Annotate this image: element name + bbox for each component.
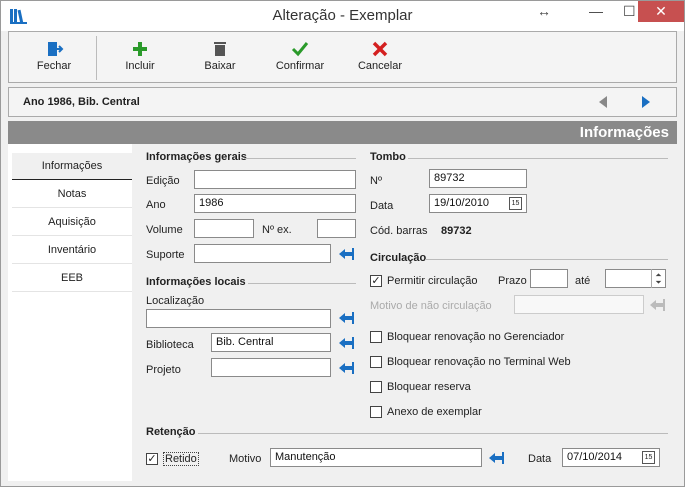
tab-notas[interactable]: Notas — [12, 181, 132, 208]
ano-field[interactable]: 1986 — [194, 194, 356, 213]
window: Alteração - Exemplar ↔ — ☐ ✕ Fechar Incl… — [0, 0, 685, 487]
volume-field[interactable] — [194, 219, 254, 238]
circulacao-heading: Circulação — [370, 252, 427, 264]
cancelar-button[interactable]: Cancelar — [345, 38, 415, 72]
lookup-arrow-icon[interactable] — [337, 360, 355, 376]
tombo-n-field[interactable]: 89732 — [429, 169, 527, 188]
barras-value: 89732 — [441, 225, 472, 237]
localizacao-field[interactable] — [146, 309, 331, 328]
maximize-button[interactable]: ☐ — [623, 3, 636, 23]
incluir-button[interactable]: Incluir — [105, 38, 175, 72]
checkmark-icon — [291, 42, 309, 57]
x-icon — [372, 41, 388, 57]
calendar-icon[interactable]: 15 — [509, 197, 522, 210]
projeto-label: Projeto — [146, 364, 181, 376]
anexo-label: Anexo de exemplar — [387, 406, 482, 418]
calendar-icon[interactable]: 15 — [642, 451, 655, 464]
cancelar-label: Cancelar — [357, 60, 403, 72]
anexo-checkbox[interactable] — [370, 406, 382, 418]
volume-label: Volume — [146, 224, 183, 236]
confirmar-button[interactable]: Confirmar — [265, 38, 335, 72]
baixar-label: Baixar — [204, 60, 236, 72]
previous-record-icon[interactable] — [599, 96, 607, 108]
plus-icon — [133, 42, 147, 56]
suporte-label: Suporte — [146, 249, 185, 261]
lookup-arrow-icon[interactable] — [337, 335, 355, 351]
record-bar: Ano 1986, Bib. Central — [8, 87, 677, 117]
retido-checkbox[interactable]: ✓ — [146, 453, 158, 465]
baixar-button[interactable]: Baixar — [185, 38, 255, 72]
title-bar: Alteração - Exemplar ↔ — ☐ ✕ — [1, 1, 684, 31]
nex-label: Nº ex. — [262, 224, 292, 236]
ate-label: até — [575, 275, 591, 287]
projeto-field[interactable] — [211, 358, 331, 377]
exit-door-icon — [48, 42, 64, 56]
window-title: Alteração - Exemplar — [272, 7, 413, 24]
biblioteca-field[interactable]: Bib. Central — [211, 333, 331, 352]
prazo-label: Prazo — [498, 275, 527, 287]
biblioteca-label: Biblioteca — [146, 339, 194, 351]
lookup-arrow-icon[interactable] — [337, 310, 355, 326]
incluir-label: Incluir — [125, 60, 155, 72]
lookup-arrow-icon[interactable] — [487, 450, 505, 466]
tab-aquisicao[interactable]: Aquisição — [12, 209, 132, 236]
retencao-heading: Retenção — [146, 426, 196, 438]
retencao-data-label: Data — [528, 453, 552, 465]
bloq-terminal-checkbox[interactable] — [370, 356, 382, 368]
tombo-heading: Tombo — [370, 151, 406, 163]
spinner-arrows-icon[interactable] — [651, 269, 665, 288]
section-title: Informações — [579, 124, 669, 141]
retencao-motivo-label: Motivo — [229, 453, 262, 465]
trash-icon — [214, 42, 226, 56]
divider — [425, 259, 668, 260]
divider — [248, 283, 356, 284]
tombo-n-label: Nº — [370, 175, 382, 187]
tab-inventario[interactable]: Inventário — [12, 237, 132, 264]
lookup-arrow-icon[interactable] — [337, 246, 355, 262]
tab-eeb[interactable]: EEB — [12, 265, 132, 292]
nex-field[interactable] — [317, 219, 356, 238]
fechar-button[interactable]: Fechar — [19, 38, 89, 72]
suporte-field[interactable] — [194, 244, 331, 263]
form-panel: Informações gerais Edição Ano 1986 Volum… — [132, 144, 677, 481]
next-record-icon[interactable] — [642, 96, 650, 108]
lookup-arrow-disabled-icon — [650, 299, 665, 311]
tombo-data-label: Data — [370, 200, 394, 212]
retido-label: Retido — [163, 452, 199, 466]
confirmar-label: Confirmar — [275, 60, 325, 72]
tab-informacoes[interactable]: Informações — [12, 153, 132, 180]
record-label: Ano 1986, Bib. Central — [23, 96, 140, 108]
toolbar-separator — [96, 36, 97, 80]
divider — [198, 433, 668, 434]
edicao-label: Edição — [146, 175, 180, 187]
permitir-checkbox[interactable]: ✓ — [370, 275, 382, 287]
fechar-label: Fechar — [36, 60, 72, 72]
motivo-nao-circ-field[interactable] — [514, 295, 644, 314]
info-locais-heading: Informações locais — [146, 276, 246, 288]
bloq-reserva-checkbox[interactable] — [370, 381, 382, 393]
barras-label: Cód. barras — [370, 225, 428, 237]
divider — [408, 158, 668, 159]
retencao-motivo-field[interactable]: Manutenção — [270, 448, 482, 467]
close-window-button[interactable]: ✕ — [638, 1, 684, 22]
permitir-label: Permitir circulação — [387, 275, 478, 287]
localizacao-label: Localização — [146, 295, 205, 307]
toolbar: Fechar Incluir Baixar Confirmar Cancelar — [8, 31, 677, 83]
edicao-field[interactable] — [194, 170, 356, 189]
resize-arrows-icon[interactable]: ↔ — [537, 3, 551, 23]
prazo-field[interactable] — [530, 269, 568, 288]
bloq-gerenciador-label: Bloquear renovação no Gerenciador — [387, 331, 565, 343]
ano-label: Ano — [146, 199, 166, 211]
motivo-nao-circ-label: Motivo de não circulação — [370, 300, 492, 312]
sidebar-tabs: Informações Notas Aquisição Inventário E… — [8, 144, 132, 481]
minimize-button[interactable]: — — [589, 3, 603, 23]
info-gerais-heading: Informações gerais — [146, 151, 247, 163]
divider — [244, 158, 356, 159]
bloq-reserva-label: Bloquear reserva — [387, 381, 471, 393]
bloq-terminal-label: Bloquear renovação no Terminal Web — [387, 356, 571, 368]
section-header: Informações — [8, 121, 677, 144]
bloq-gerenciador-checkbox[interactable] — [370, 331, 382, 343]
